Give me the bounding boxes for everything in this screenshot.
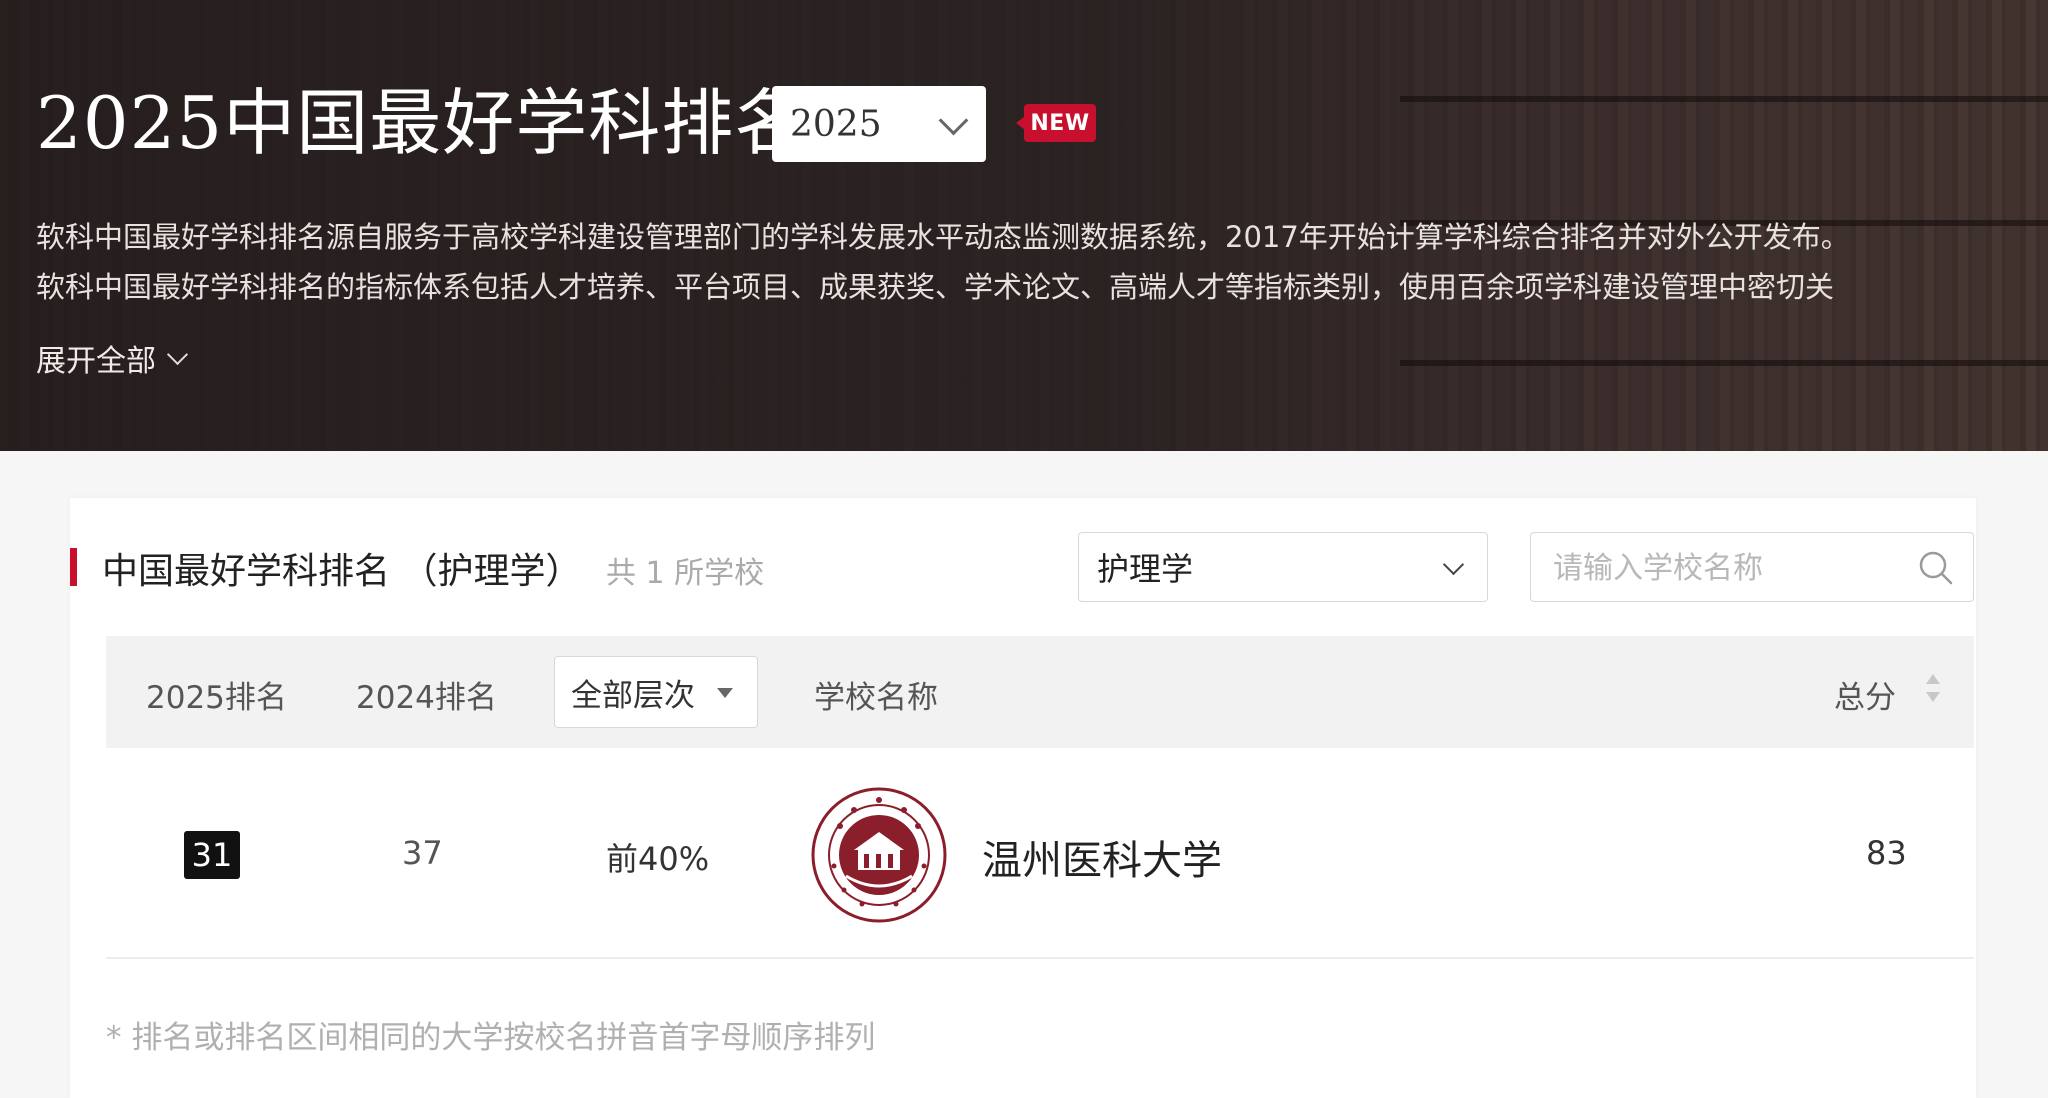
sort-icon[interactable] bbox=[1926, 674, 1940, 708]
header-rank-2024[interactable]: 2024排名 bbox=[356, 672, 497, 717]
score-cell: 83 bbox=[1866, 834, 1907, 872]
level-filter-label: 全部层次 bbox=[571, 677, 695, 714]
rank-2024-cell: 37 bbox=[402, 834, 443, 872]
school-name-link[interactable]: 温州医科大学 bbox=[982, 828, 1222, 886]
expand-all-label: 展开全部 bbox=[36, 344, 156, 379]
subject-select-value: 护理学 bbox=[1097, 550, 1194, 588]
search-icon[interactable] bbox=[1917, 549, 1955, 587]
chevron-down-icon bbox=[166, 343, 189, 365]
chevron-down-icon bbox=[938, 105, 969, 136]
search-box[interactable] bbox=[1530, 532, 1974, 602]
ranking-card: 中国最好学科排名 （护理学） 共 1 所学校 护理学 2025排名 2024排名… bbox=[70, 498, 1976, 1098]
footnote: * 排名或排名区间相同的大学按校名拼音首字母顺序排列 bbox=[106, 1020, 876, 1056]
header-rank-2025[interactable]: 2025排名 bbox=[146, 672, 287, 717]
section-accent-bar bbox=[70, 548, 77, 586]
bookshelf-decoration bbox=[1400, 360, 2048, 366]
search-input[interactable] bbox=[1551, 545, 1915, 591]
year-select-value: 2025 bbox=[790, 103, 882, 145]
page-title: 2025中国最好学科排名 bbox=[36, 81, 808, 165]
bookshelf-decoration bbox=[1400, 96, 2048, 102]
school-logo[interactable] bbox=[810, 786, 948, 924]
caret-down-icon bbox=[717, 688, 733, 698]
hero-banner: 2025中国最好学科排名 2025 NEW 软科中国最好学科排名源自服务于高校学… bbox=[0, 0, 2048, 451]
section-title: 中国最好学科排名 （护理学） bbox=[102, 551, 582, 592]
level-filter-dropdown[interactable]: 全部层次 bbox=[554, 656, 758, 728]
year-select[interactable]: 2025 bbox=[772, 86, 986, 162]
description-line-1: 软科中国最好学科排名源自服务于高校学科建设管理部门的学科发展水平动态监测数据系统… bbox=[36, 220, 1850, 254]
level-cell: 前40% bbox=[606, 840, 710, 878]
table-row[interactable]: 31 37 前40% 温州医科大学 83 bbox=[106, 748, 1974, 959]
school-count: 共 1 所学校 bbox=[606, 556, 765, 591]
chevron-down-icon bbox=[1442, 553, 1465, 576]
header-total-score[interactable]: 总分 bbox=[1834, 672, 1896, 717]
subject-select[interactable]: 护理学 bbox=[1078, 532, 1488, 602]
header-school-name: 学校名称 bbox=[814, 680, 938, 716]
table-header: 2025排名 2024排名 全部层次 学校名称 总分 bbox=[106, 636, 1974, 748]
description-line-2: 软科中国最好学科排名的指标体系包括人才培养、平台项目、成果获奖、学术论文、高端人… bbox=[36, 270, 1835, 304]
new-badge: NEW bbox=[1016, 104, 1096, 142]
rank-2025-badge: 31 bbox=[184, 831, 240, 879]
expand-all-button[interactable]: 展开全部 bbox=[36, 336, 189, 380]
